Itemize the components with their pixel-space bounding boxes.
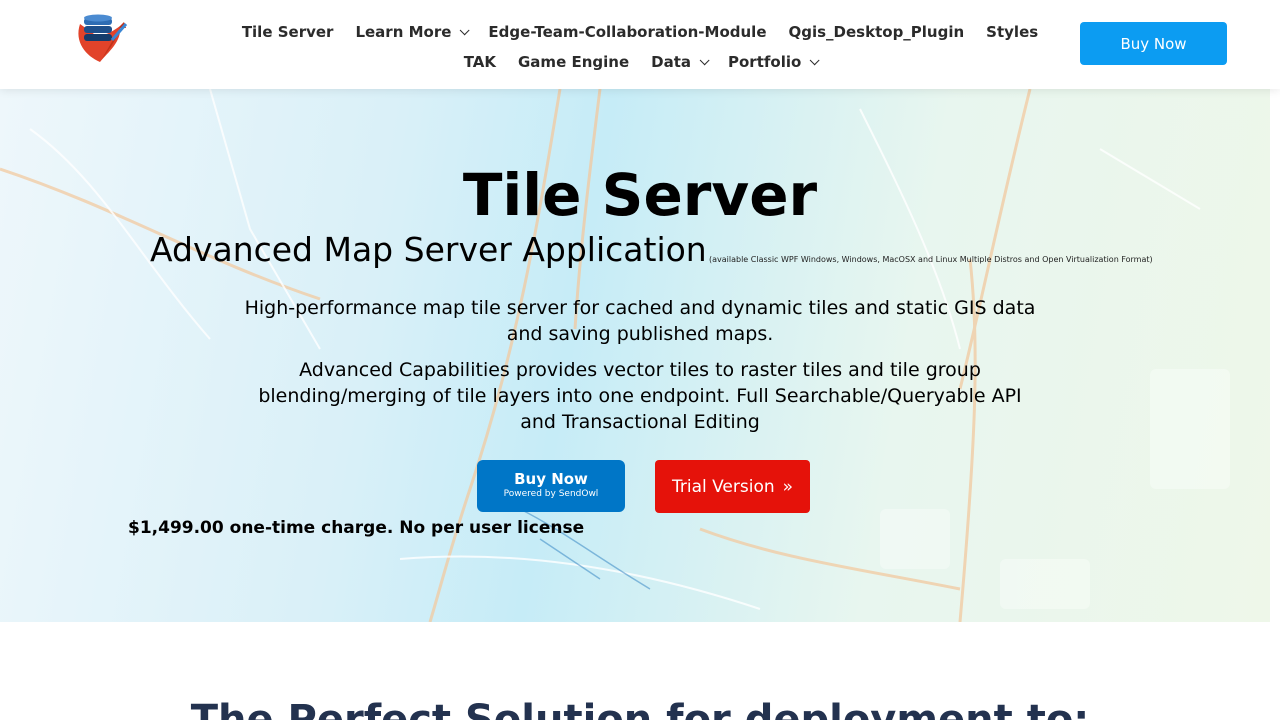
page-title: Tile Server <box>462 161 818 229</box>
nav-label: TAK <box>463 53 496 71</box>
sendowl-buy-now-button[interactable]: Buy Now Powered by SendOwl <box>477 460 625 512</box>
site-header: Tile Server Learn More Edge-Team-Collabo… <box>0 0 1280 89</box>
nav-game-engine[interactable]: Game Engine <box>507 52 640 72</box>
nav-label: Edge-Team-Collaboration-Module <box>488 23 767 41</box>
sendowl-powered-by: Powered by SendOwl <box>503 489 599 499</box>
nav-qgis-desktop-plugin[interactable]: Qgis_Desktop_Plugin <box>778 22 976 42</box>
price-text: $1,499.00 one-time charge. No per user l… <box>128 518 585 538</box>
sendowl-buy-label: Buy Now <box>514 470 588 488</box>
nav-label: Styles <box>986 23 1039 41</box>
hero-section: Tile Server Advanced Map Server Applicat… <box>0 89 1270 622</box>
nav-label: Game Engine <box>518 53 630 71</box>
nav-label: Data <box>651 53 691 71</box>
header-buy-now-button[interactable]: Buy Now <box>1080 22 1227 65</box>
chevron-down-icon <box>460 24 470 35</box>
page-subtitle: Advanced Map Server Application <box>150 230 707 269</box>
nav-styles[interactable]: Styles <box>975 22 1049 42</box>
nav-label: Tile Server <box>241 23 334 41</box>
nav-learn-more[interactable]: Learn More <box>344 22 477 42</box>
trial-version-label: Trial Version <box>671 476 775 497</box>
chevron-down-icon <box>699 54 710 65</box>
nav-tile-server[interactable]: Tile Server <box>231 22 345 42</box>
double-chevron-right-icon: » <box>782 476 794 497</box>
section-title: The Perfect Solution for deployment to: <box>190 697 1090 720</box>
nav-tak[interactable]: TAK <box>453 52 507 72</box>
nav-label: Qgis_Desktop_Plugin <box>788 23 965 41</box>
hero-description: High-performance map tile server for cac… <box>244 297 1036 345</box>
nav-data[interactable]: Data <box>640 52 717 72</box>
trial-version-button[interactable]: Trial Version » <box>655 460 810 513</box>
nav-portfolio[interactable]: Portfolio <box>717 52 827 72</box>
hero-capabilities: Advanced Capabilities provides vector ti… <box>258 359 1022 433</box>
nav-edge-team-collaboration-module[interactable]: Edge-Team-Collaboration-Module <box>477 22 777 42</box>
platform-availability-note: (available Classic WPF Windows, Windows,… <box>709 255 1153 264</box>
nav-label: Portfolio <box>728 53 802 71</box>
chevron-down-icon <box>809 54 820 65</box>
nav-label: Learn More <box>355 23 452 41</box>
